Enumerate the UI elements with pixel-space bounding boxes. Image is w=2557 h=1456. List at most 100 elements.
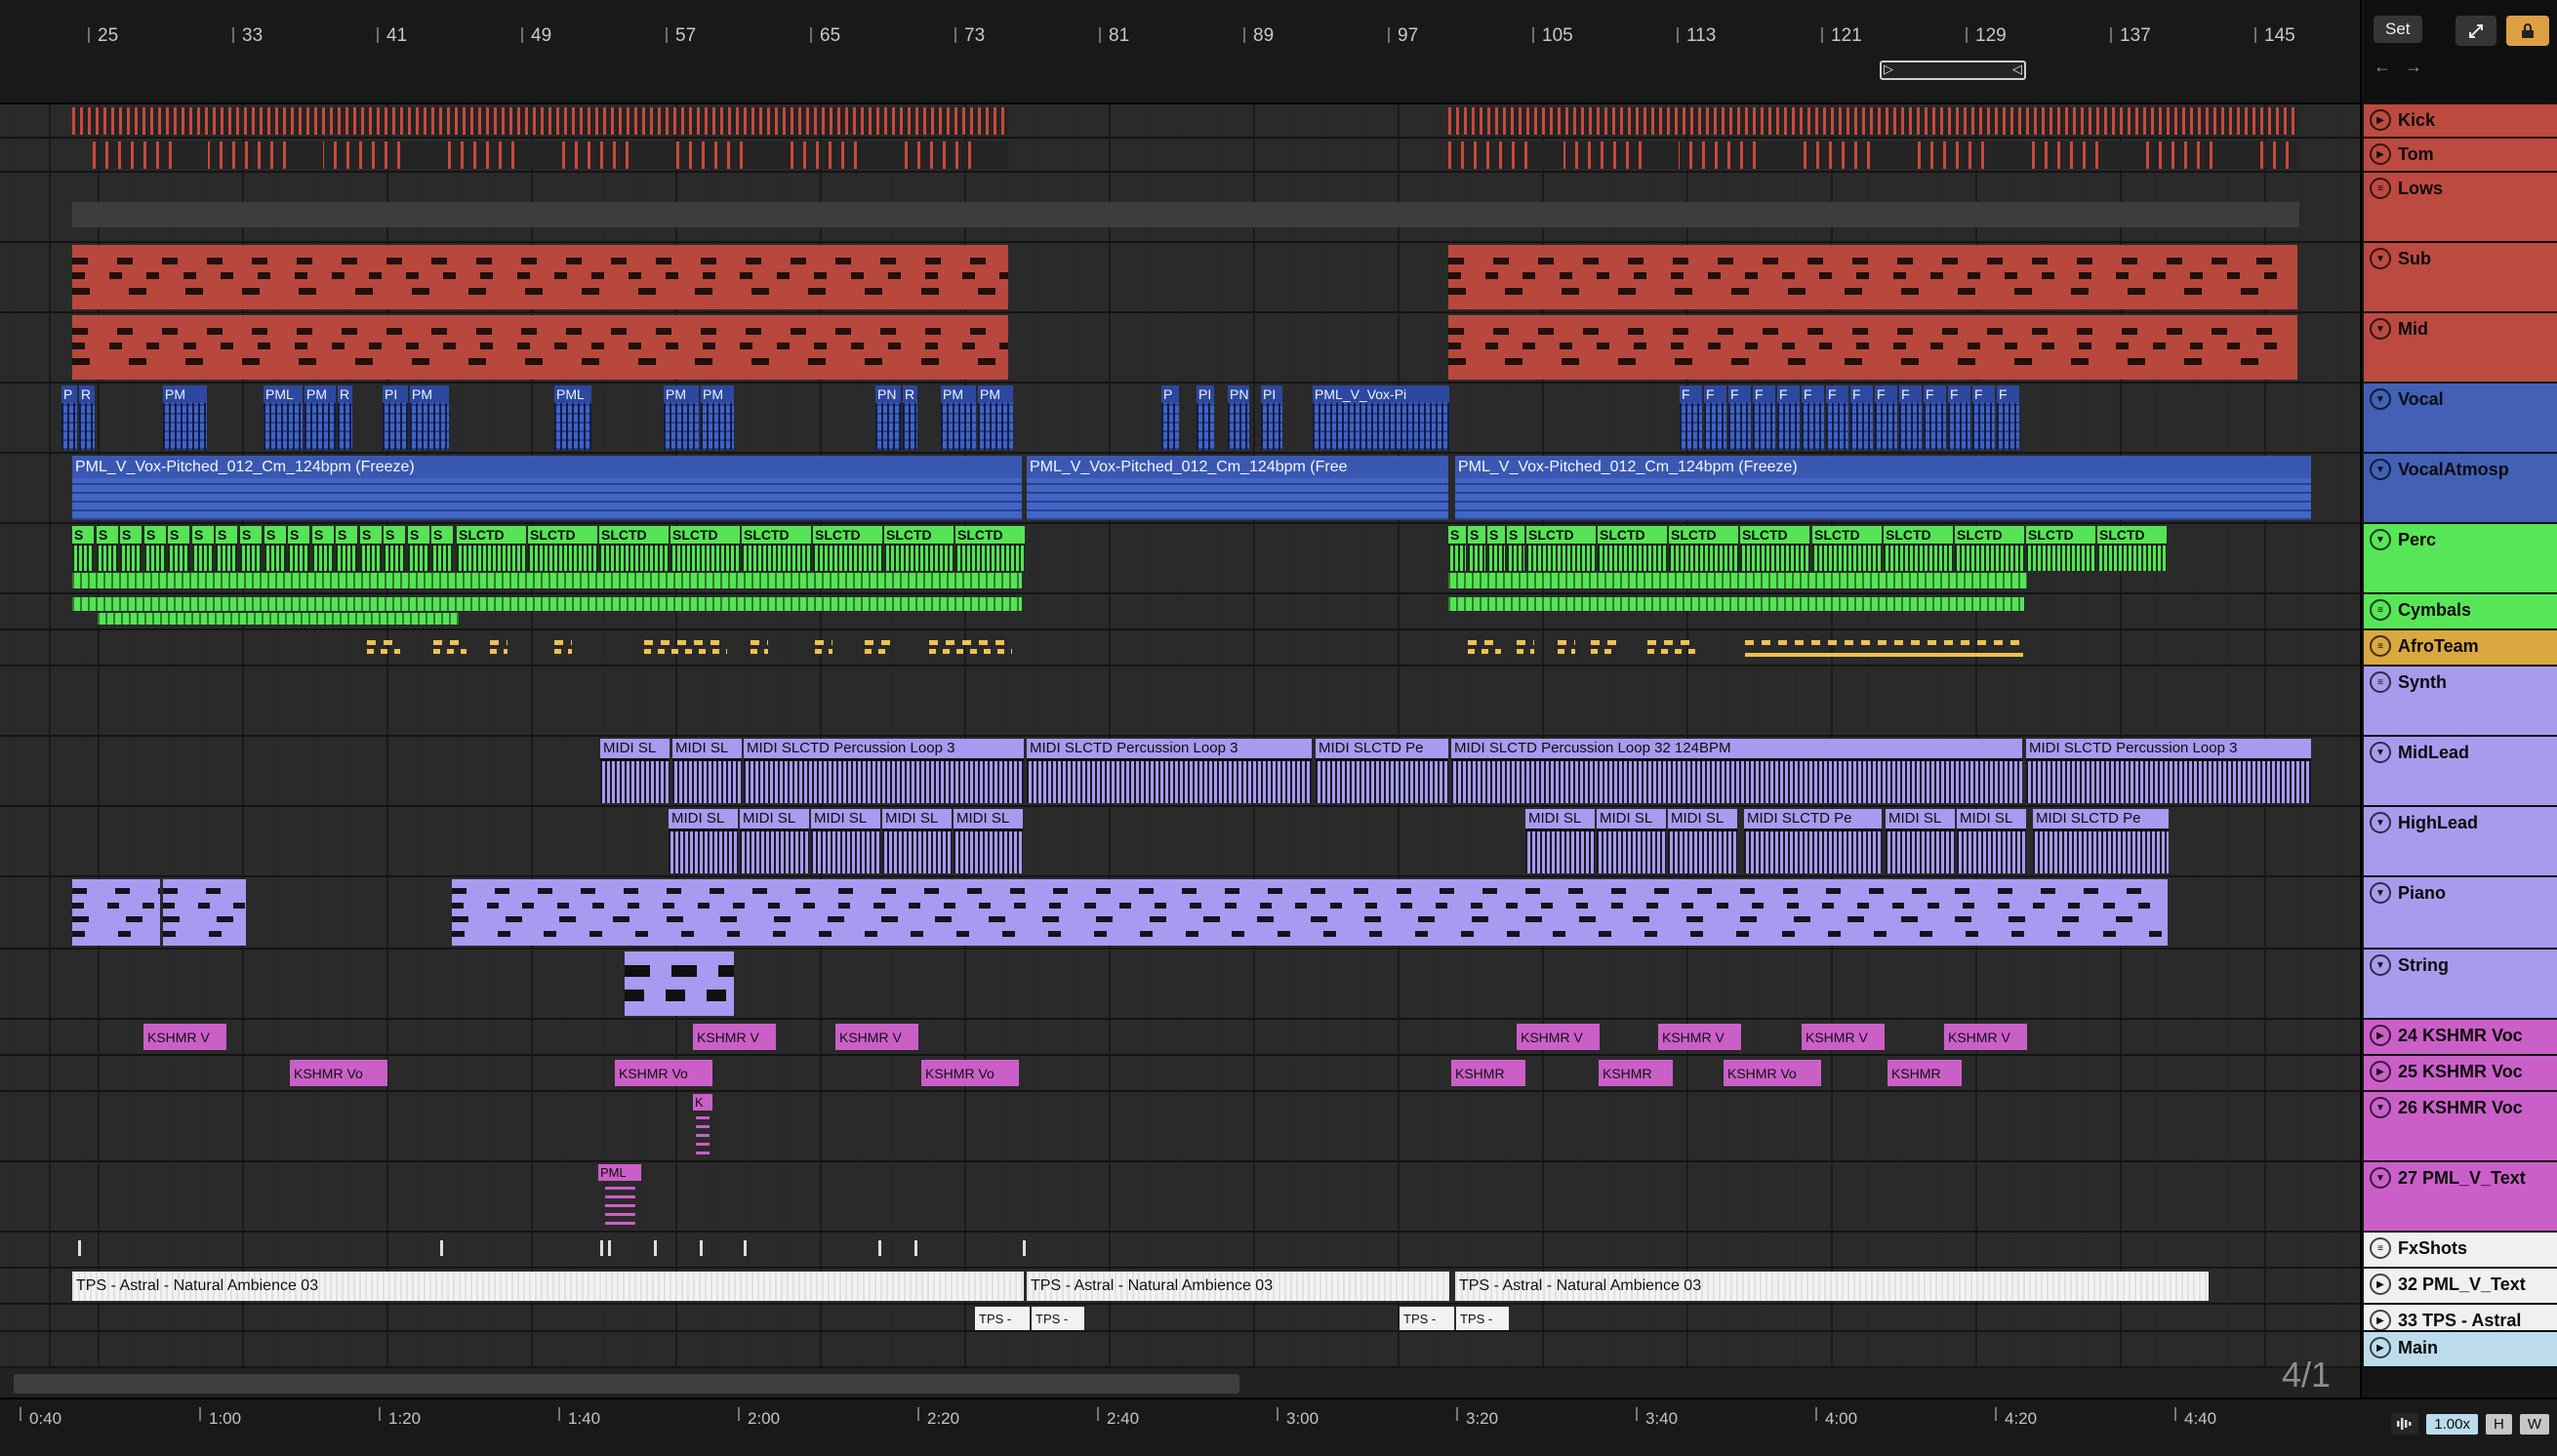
fold-icon[interactable]: ▼: [2370, 459, 2391, 480]
clip[interactable]: PML: [598, 1164, 641, 1225]
track-lane-vocal[interactable]: P R PM PML PM R PI PM PML PM PM PN R PM PM P PI PN PI PML_V…: [0, 384, 2360, 454]
link-icon-button[interactable]: [2456, 16, 2496, 46]
track-lane-piano[interactable]: [0, 877, 2360, 950]
clip[interactable]: [644, 637, 727, 659]
track-lane-kick[interactable]: [0, 104, 2360, 139]
clip[interactable]: S: [97, 526, 118, 571]
clip[interactable]: F: [1753, 385, 1775, 450]
set-button[interactable]: Set: [2374, 16, 2422, 43]
clip[interactable]: KSHMR V: [1944, 1024, 2027, 1050]
clip[interactable]: MIDI SL: [954, 809, 1023, 873]
clip[interactable]: KSHMR V: [1517, 1024, 1600, 1050]
fold-icon[interactable]: ▼: [2370, 882, 2391, 904]
clip[interactable]: P: [61, 385, 77, 450]
clip[interactable]: F: [1777, 385, 1800, 450]
track-lane-main[interactable]: [0, 1332, 2360, 1368]
zoom-level-display[interactable]: 1.00x: [2426, 1413, 2478, 1435]
clip[interactable]: [1468, 637, 1501, 659]
clip[interactable]: SLCTD: [528, 526, 597, 571]
clip[interactable]: R: [79, 385, 95, 450]
clip[interactable]: F: [1875, 385, 1897, 450]
clip[interactable]: [815, 637, 832, 659]
clip[interactable]: SLCTD: [955, 526, 1025, 571]
clip[interactable]: TPS -: [1032, 1307, 1084, 1330]
clip[interactable]: F: [1972, 385, 1995, 450]
track-header-vocalatmosp[interactable]: ▼ VocalAtmosp: [2364, 454, 2557, 524]
clip[interactable]: [490, 637, 507, 659]
group-icon[interactable]: ≡: [2370, 178, 2391, 199]
clip[interactable]: S: [240, 526, 262, 571]
clip[interactable]: KSHMR: [1599, 1060, 1673, 1086]
clip[interactable]: F: [1899, 385, 1922, 450]
clip[interactable]: S: [192, 526, 214, 571]
track-header-27-pml-v-text[interactable]: ▼ 27 PML_V_Text: [2364, 1162, 2557, 1233]
clip[interactable]: [452, 879, 2168, 946]
track-header-tom[interactable]: ▶ Tom: [2364, 139, 2557, 173]
clip[interactable]: MIDI SLCTD Pe: [1316, 739, 1448, 803]
clip[interactable]: S: [360, 526, 382, 571]
track-lane-lows[interactable]: [0, 173, 2360, 243]
clip[interactable]: MIDI SLCTD Percussion Loop 32 124BPM: [1451, 739, 2022, 803]
track-lane-24-kshmr-voc[interactable]: KSHMR V KSHMR V KSHMR V KSHMR V KSHMR V KSHMR…: [0, 1020, 2360, 1056]
clip[interactable]: S: [120, 526, 142, 571]
clip[interactable]: F: [1728, 385, 1751, 450]
clip[interactable]: [1448, 597, 2024, 611]
track-header-string[interactable]: ▼ String: [2364, 950, 2557, 1020]
clip[interactable]: [98, 613, 459, 625]
clip[interactable]: MIDI SLCTD Pe: [2033, 809, 2169, 873]
clip[interactable]: KSHMR Vo: [615, 1060, 712, 1086]
nav-back-button[interactable]: ←: [2374, 57, 2391, 77]
clip[interactable]: SLCTD: [1526, 526, 1596, 571]
clip[interactable]: MIDI SL: [811, 809, 880, 873]
clip[interactable]: KSHMR V: [835, 1024, 918, 1050]
track-lane-mid[interactable]: [0, 313, 2360, 384]
clip[interactable]: [554, 637, 572, 659]
track-lane-perc[interactable]: S S S S S S S S S S S S S S S S SLCTD SLCTD SLCTD SLCTD SLCT…: [0, 524, 2360, 594]
track-lane-synth[interactable]: [0, 667, 2360, 737]
play-icon[interactable]: ▶: [2370, 143, 2391, 165]
clip[interactable]: [78, 1240, 81, 1256]
clip[interactable]: [72, 202, 2299, 227]
loop-region-marker[interactable]: ▷ ◁: [1880, 61, 2026, 80]
clip[interactable]: [1448, 245, 2297, 309]
track-header-highlead[interactable]: ▼ HighLead: [2364, 807, 2557, 877]
arrangement-area[interactable]: P R PM PML PM R PI PM PML PM PM PN R PM PM P PI PN PI PML_V…: [0, 104, 2362, 1397]
clip[interactable]: S: [408, 526, 429, 571]
clip[interactable]: PML_V_Vox-Pitched_012_Cm_124bpm (Freeze): [1455, 456, 2311, 520]
clip[interactable]: S: [312, 526, 334, 571]
play-icon[interactable]: ▶: [2370, 1061, 2391, 1082]
clip[interactable]: KSHMR Vo: [290, 1060, 387, 1086]
clip[interactable]: PM: [163, 385, 207, 450]
clip[interactable]: SLCTD: [2097, 526, 2167, 571]
track-lane-string[interactable]: [0, 950, 2360, 1020]
clip[interactable]: [700, 1240, 703, 1256]
fold-icon[interactable]: ▼: [2370, 954, 2391, 976]
clip[interactable]: F: [1704, 385, 1726, 450]
clip[interactable]: [72, 597, 1022, 611]
clip[interactable]: S: [336, 526, 357, 571]
play-icon[interactable]: ▶: [2370, 1025, 2391, 1046]
play-icon[interactable]: ▶: [2370, 1337, 2391, 1358]
fold-icon[interactable]: ▼: [2370, 742, 2391, 763]
bar-ruler[interactable]: 25 33 41 49 57 65 73 81 89 97 105 113 121 129 137 145 ▷…: [0, 0, 2362, 104]
clip[interactable]: SLCTD: [1669, 526, 1738, 571]
clip[interactable]: MIDI SLCTD Percussion Loop 3: [744, 739, 1024, 803]
clip[interactable]: MIDI SL: [672, 739, 742, 803]
clip[interactable]: MIDI SL: [669, 809, 738, 873]
loop-end-handle[interactable]: ◁: [2012, 60, 2022, 79]
clip[interactable]: [367, 637, 400, 659]
level-meter-icon[interactable]: [2391, 1413, 2419, 1435]
clip[interactable]: SLCTD: [457, 526, 526, 571]
clip[interactable]: [600, 1240, 603, 1256]
track-header-cymbals[interactable]: ≡ Cymbals: [2364, 594, 2557, 630]
track-lane-fxshots[interactable]: [0, 1233, 2360, 1269]
clip[interactable]: PML: [264, 385, 303, 450]
horizontal-scrollbar[interactable]: [14, 1374, 1239, 1394]
fold-icon[interactable]: ▼: [2370, 812, 2391, 833]
clip[interactable]: TPS -: [1456, 1307, 1509, 1330]
zoom-height-button[interactable]: H: [2485, 1413, 2512, 1435]
play-icon[interactable]: ▶: [2370, 1274, 2391, 1295]
clip[interactable]: [1558, 637, 1575, 659]
fold-icon[interactable]: ▼: [2370, 318, 2391, 340]
clip[interactable]: P: [1161, 385, 1179, 450]
